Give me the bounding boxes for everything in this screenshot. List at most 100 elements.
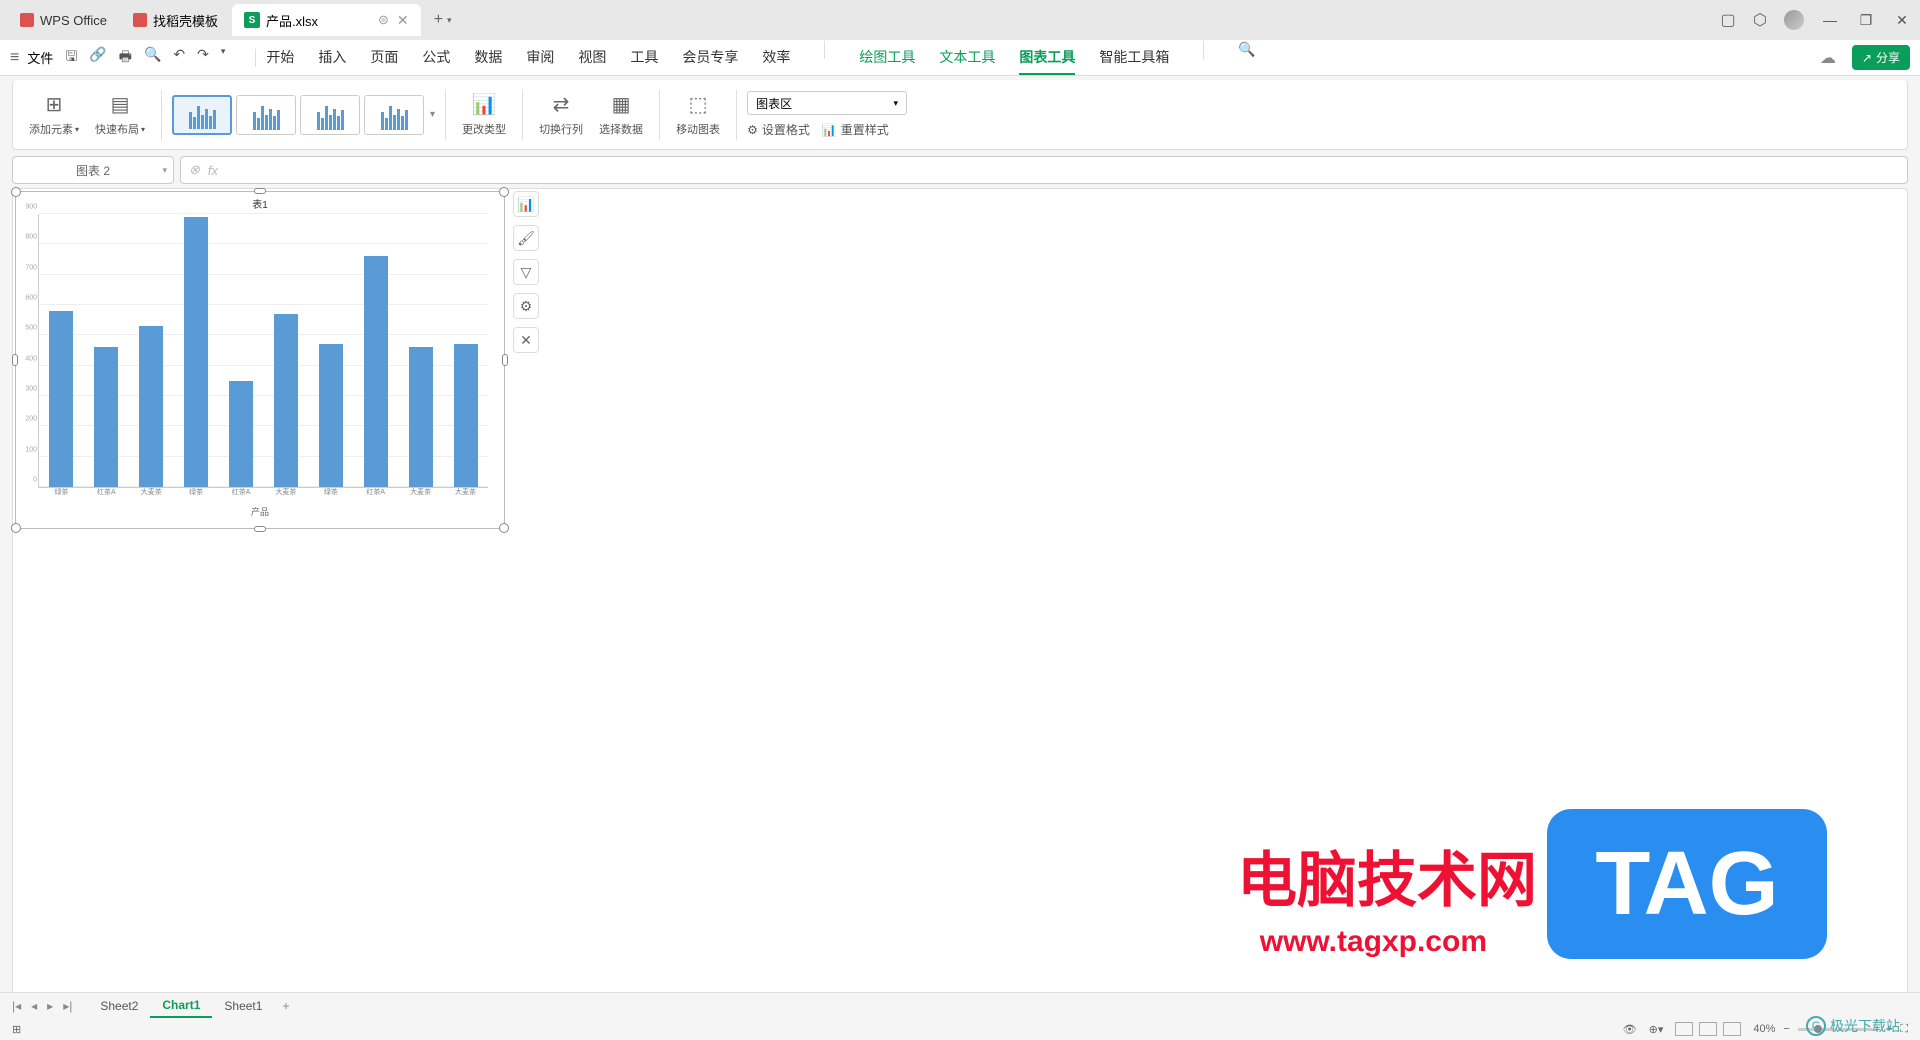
chart-bar[interactable] — [364, 256, 388, 487]
tab-start[interactable]: 开始 — [266, 41, 294, 75]
first-sheet-icon[interactable]: |◂ — [12, 999, 21, 1013]
chart-bar[interactable] — [274, 314, 298, 487]
styles-more-icon[interactable]: ▾ — [430, 109, 435, 120]
chart-bar[interactable] — [184, 217, 208, 487]
tab-smarttools[interactable]: 智能工具箱 — [1099, 41, 1169, 75]
chart-bar[interactable] — [319, 344, 343, 487]
resize-handle[interactable] — [502, 354, 508, 366]
chart-tools-icon[interactable]: ✕ — [513, 327, 539, 353]
close-button[interactable]: ✕ — [1892, 12, 1912, 29]
fx-icon[interactable]: fx — [208, 163, 218, 178]
style-thumb-2[interactable] — [236, 95, 296, 135]
zoom-out-button[interactable]: − — [1783, 1023, 1789, 1035]
tab-texttools[interactable]: 文本工具 — [939, 41, 995, 75]
sheet-tab[interactable]: Sheet2 — [88, 995, 150, 1017]
page-view-icon[interactable] — [1699, 1022, 1717, 1036]
chart-area-select[interactable]: 图表区 ▾ — [747, 91, 907, 115]
tab-page[interactable]: 页面 — [370, 41, 398, 75]
reset-style-button[interactable]: 📊 重置样式 — [822, 121, 889, 138]
sheet-tab-active[interactable]: Chart1 — [150, 994, 212, 1018]
switch-rc-button[interactable]: ⇄ 切换行列 — [533, 85, 589, 145]
change-type-button[interactable]: 📊 更改类型 — [456, 85, 512, 145]
normal-view-icon[interactable] — [1675, 1022, 1693, 1036]
status-icon[interactable]: ⊞ — [12, 1023, 21, 1036]
chart-plot[interactable]: 0100200300400500600700800900绿茶红茶A大麦茶绿茶红茶… — [38, 214, 488, 488]
template-tab[interactable]: 找稻壳模板 — [121, 4, 230, 36]
preview-icon[interactable]: 🔍 — [144, 46, 161, 70]
select-data-button[interactable]: ▦ 选择数据 — [593, 85, 649, 145]
style-thumb-3[interactable] — [300, 95, 360, 135]
chart-elements-icon[interactable]: 📊 — [513, 191, 539, 217]
chart-bar[interactable] — [229, 381, 253, 487]
resize-handle[interactable] — [12, 354, 18, 366]
new-tab-button[interactable]: +▾ — [431, 8, 455, 32]
maximize-button[interactable]: ❐ — [1856, 12, 1876, 29]
tab-insert[interactable]: 插入 — [318, 41, 346, 75]
undo-icon[interactable]: ↶ — [173, 46, 185, 70]
close-icon[interactable]: ✕ — [397, 12, 409, 29]
chart-bar[interactable] — [139, 326, 163, 487]
app-tab[interactable]: WPS Office — [8, 4, 119, 36]
chart-styles-icon[interactable]: 🖌 — [513, 225, 539, 251]
file-tab[interactable]: S 产品.xlsx ⊜ ✕ — [232, 4, 421, 36]
tab-menu-icon[interactable]: ⊜ — [378, 12, 389, 28]
break-view-icon[interactable] — [1723, 1022, 1741, 1036]
quick-layout-button[interactable]: ▤ 快速布局▾ — [89, 85, 151, 145]
chart-settings-icon[interactable]: ⚙ — [513, 293, 539, 319]
share-button[interactable]: ↗ 分享 — [1852, 45, 1910, 70]
avatar[interactable] — [1784, 10, 1804, 30]
style-thumb-1[interactable] — [172, 95, 232, 135]
sheet-tab[interactable]: Sheet1 — [212, 995, 274, 1017]
chart-bar[interactable] — [409, 347, 433, 487]
minimize-button[interactable]: — — [1820, 12, 1840, 28]
set-format-button[interactable]: ⚙ 设置格式 — [747, 121, 810, 138]
redo-icon[interactable]: ↷ — [197, 46, 209, 70]
resize-handle[interactable] — [11, 523, 21, 533]
next-sheet-icon[interactable]: ▸ — [47, 999, 53, 1013]
tab-review[interactable]: 审阅 — [526, 41, 554, 75]
cloud-icon[interactable]: ☁ — [1820, 48, 1836, 68]
zoom-level[interactable]: 40% — [1753, 1023, 1775, 1035]
resize-handle[interactable] — [499, 523, 509, 533]
add-element-button[interactable]: ⊞ 添加元素▾ — [23, 85, 85, 145]
chart-bar[interactable] — [94, 347, 118, 487]
tab-drawtools[interactable]: 绘图工具 — [859, 41, 915, 75]
chart-object[interactable]: 表1 0100200300400500600700800900绿茶红茶A大麦茶绿… — [15, 191, 505, 529]
formula-input[interactable]: ⊗ fx — [180, 156, 1908, 184]
prev-sheet-icon[interactable]: ◂ — [31, 999, 37, 1013]
hamburger-icon[interactable]: ≡ — [10, 49, 19, 67]
tab-member[interactable]: 会员专享 — [682, 41, 738, 75]
target-icon[interactable]: ⊕▾ — [1649, 1023, 1664, 1036]
tab-view[interactable]: 视图 — [578, 41, 606, 75]
tab-charttools[interactable]: 图表工具 — [1019, 41, 1075, 75]
qat-dropdown-icon[interactable]: ▾ — [221, 46, 226, 70]
chart-filter-icon[interactable]: ▽ — [513, 259, 539, 285]
eye-icon[interactable]: 👁 — [1623, 1023, 1637, 1036]
link-icon[interactable]: 🔗 — [89, 46, 106, 70]
chart-xtitle[interactable]: 产品 — [251, 505, 269, 518]
chart-canvas[interactable]: 表1 0100200300400500600700800900绿茶红茶A大麦茶绿… — [12, 188, 1908, 1000]
cube-icon[interactable]: ⬡ — [1752, 12, 1768, 28]
search-icon[interactable]: 🔍 — [1238, 41, 1255, 75]
add-sheet-button[interactable]: + — [282, 999, 289, 1013]
move-chart-button[interactable]: ⬚ 移动图表 — [670, 85, 726, 145]
tab-efficiency[interactable]: 效率 — [762, 41, 790, 75]
tab-tools[interactable]: 工具 — [630, 41, 658, 75]
file-menu[interactable]: 文件 — [27, 48, 53, 67]
last-sheet-icon[interactable]: ▸| — [63, 999, 72, 1013]
tab-formula[interactable]: 公式 — [422, 41, 450, 75]
panel-icon[interactable]: ▢ — [1720, 12, 1736, 28]
chart-bar[interactable] — [49, 311, 73, 487]
resize-handle[interactable] — [499, 187, 509, 197]
resize-handle[interactable] — [254, 188, 266, 194]
save-icon[interactable]: 🖫 — [65, 46, 77, 70]
chart-title[interactable]: 表1 — [24, 196, 496, 211]
name-box[interactable]: 图表 2 ▾ — [12, 156, 174, 184]
cancel-icon[interactable]: ⊗ — [189, 162, 200, 178]
fullscreen-icon[interactable]: ⛶ — [1900, 1023, 1908, 1036]
chart-bar[interactable] — [454, 344, 478, 487]
resize-handle[interactable] — [254, 526, 266, 532]
tab-data[interactable]: 数据 — [474, 41, 502, 75]
print-icon[interactable]: 🖶 — [119, 46, 132, 70]
style-thumb-4[interactable] — [364, 95, 424, 135]
